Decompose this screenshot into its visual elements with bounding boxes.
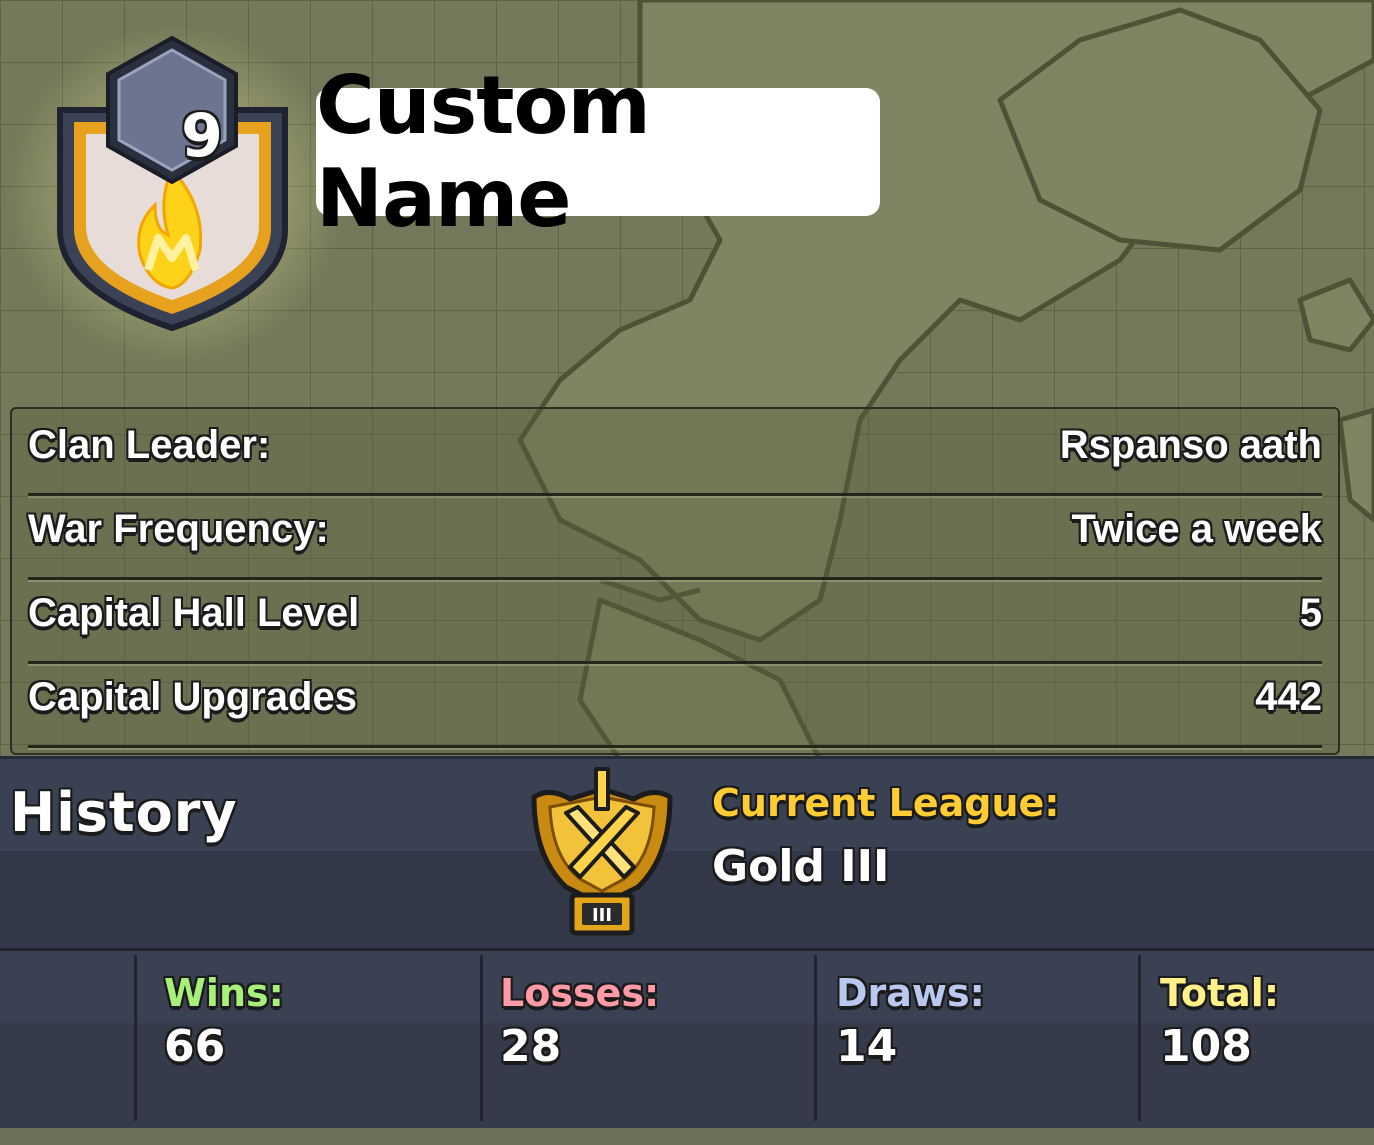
current-league-value: Gold III — [712, 841, 890, 892]
gold-crossed-swords-league-icon[interactable]: III — [520, 767, 684, 939]
total-stat: Total: 108 — [1160, 971, 1279, 1072]
clan-name-box[interactable]: Custom Name — [316, 59, 880, 245]
stats-divider — [814, 955, 817, 1121]
war-stats: Wins: 66 Losses: 28 Draws: 14 Total: 108 — [0, 948, 1374, 1131]
draws-label: Draws: — [836, 971, 985, 1015]
capital-upgrades-label: Capital Upgrades — [28, 675, 357, 719]
history-title: History — [10, 781, 238, 844]
league-tier-text: III — [592, 905, 612, 926]
info-row-capital-upgrades: Capital Upgrades 442 — [28, 661, 1322, 748]
clan-level: 9 — [181, 101, 223, 171]
total-label: Total: — [1160, 971, 1280, 1015]
capital-upgrades-value: 442 — [1255, 675, 1322, 719]
stats-divider — [134, 955, 137, 1121]
war-frequency-label: War Frequency: — [28, 507, 329, 551]
info-row-war-frequency: War Frequency: Twice a week — [28, 493, 1322, 580]
stats-divider — [1138, 955, 1141, 1121]
wins-label: Wins: — [164, 971, 284, 1015]
losses-label: Losses: — [500, 971, 660, 1015]
wins-value: 66 — [164, 1021, 226, 1072]
draws-value: 14 — [836, 1021, 898, 1072]
clan-name: Custom Name — [316, 59, 651, 245]
capital-hall-level-label: Capital Hall Level — [28, 591, 360, 635]
total-value: 108 — [1160, 1021, 1252, 1072]
capital-hall-level-value: 5 — [1299, 591, 1322, 635]
clan-info-panel: Clan Leader: Rspanso aath War Frequency:… — [10, 407, 1340, 755]
draws-stat: Draws: 14 — [836, 971, 985, 1072]
clan-leader-label: Clan Leader: — [28, 423, 271, 467]
losses-value: 28 — [500, 1021, 562, 1072]
wins-stat: Wins: 66 — [164, 971, 284, 1072]
clan-leader-value[interactable]: Rspanso aath — [1060, 423, 1322, 468]
stats-divider — [480, 955, 483, 1121]
bottom-strip — [0, 1128, 1374, 1145]
war-frequency-value: Twice a week — [1071, 507, 1322, 551]
clan-badge: 9 — [30, 30, 320, 350]
history-header: History III Current League: Gold III — [0, 756, 1374, 951]
clan-badge-shield-icon — [57, 35, 288, 332]
info-row-clan-leader: Clan Leader: Rspanso aath — [28, 409, 1322, 496]
losses-stat: Losses: 28 — [500, 971, 659, 1072]
info-row-capital-hall-level: Capital Hall Level 5 — [28, 577, 1322, 664]
current-league-label: Current League: — [712, 781, 1060, 825]
